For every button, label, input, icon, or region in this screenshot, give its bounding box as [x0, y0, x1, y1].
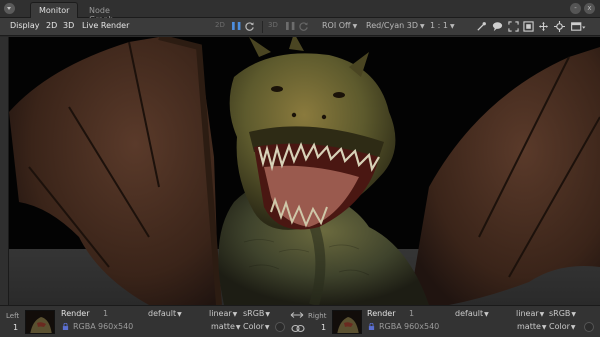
mode-2d-button[interactable]: 2D [46, 21, 57, 30]
zoom-dropdown[interactable]: 1 : 1 ▼ [430, 21, 455, 30]
right-options-button[interactable] [584, 322, 594, 332]
left-frame-number: 1 [103, 309, 109, 318]
right-resolution: 960x540 [404, 322, 440, 331]
left-format: RGBA [73, 322, 96, 331]
fit-view-icon[interactable] [508, 21, 519, 32]
left-side-label: Left [6, 312, 20, 320]
dragon-render-image [9, 37, 600, 305]
close-button[interactable]: x [584, 3, 595, 14]
viewer-options-icon[interactable] [570, 21, 587, 32]
left-side-index: 1 [13, 323, 19, 332]
tab-bar: Monitor Node Graph - x [0, 0, 600, 24]
right-render-name: Render [367, 309, 396, 318]
frame-view-icon[interactable] [523, 21, 534, 32]
render-viewport[interactable] [9, 37, 600, 305]
left-resolution: 960x540 [98, 322, 134, 331]
link-icon[interactable] [291, 324, 305, 333]
viewer-gutter [0, 37, 9, 305]
right-side-index: 1 [321, 323, 327, 332]
right-side-label: Right [308, 312, 327, 320]
right-thumbnail[interactable] [332, 310, 362, 334]
left-2d-label: 2D [215, 21, 225, 29]
stereo-mode-dropdown[interactable]: Red/Cyan 3D ▼ [366, 21, 425, 30]
right-mode-dropdown[interactable]: matte▼ [517, 322, 547, 331]
separator [262, 21, 263, 33]
pause-2d-icon[interactable]: ❚❚ [230, 21, 242, 30]
color-picker-icon[interactable] [476, 21, 487, 32]
left-render-name: Render [61, 309, 90, 318]
left-3d-label: 3D [268, 21, 278, 29]
tab-node-graph[interactable]: Node Graph [80, 2, 138, 24]
minimize-button[interactable]: - [570, 3, 581, 14]
center-view-icon[interactable] [538, 21, 549, 32]
input-strip: Left 1 Render 1 default▼ RGBA 960x540 li… [0, 305, 600, 337]
right-frame-number: 1 [409, 309, 415, 318]
viewer-toolbar: Display 2D 3D Live Render 2D ❚❚ 3D ❚❚ RO… [0, 18, 600, 36]
right-format: RGBA [379, 322, 402, 331]
window-controls: - x [570, 3, 595, 14]
right-display-dropdown[interactable]: sRGB▼ [549, 309, 576, 318]
left-lock-icon[interactable] [62, 323, 69, 330]
left-colorspace-dropdown[interactable]: linear▼ [209, 309, 237, 318]
right-channel-dropdown[interactable]: Color▼ [549, 322, 576, 331]
swap-arrows-icon[interactable] [290, 311, 304, 319]
right-lock-icon[interactable] [368, 323, 375, 330]
display-menu[interactable]: Display [10, 21, 40, 30]
right-preset-dropdown[interactable]: default▼ [455, 309, 489, 318]
roi-dropdown[interactable]: ROI Off ▼ [322, 21, 357, 30]
left-display-dropdown[interactable]: sRGB▼ [243, 309, 270, 318]
pause-3d-icon[interactable]: ❚❚ [284, 21, 296, 30]
left-preset-dropdown[interactable]: default▼ [148, 309, 182, 318]
refresh-3d-icon[interactable] [298, 21, 309, 32]
left-thumbnail[interactable] [25, 310, 55, 334]
tab-monitor[interactable]: Monitor [30, 2, 78, 18]
left-channel-dropdown[interactable]: Color▼ [243, 322, 270, 331]
panel-menu-icon[interactable] [4, 3, 15, 14]
refresh-icon[interactable] [244, 21, 255, 32]
crosshair-icon[interactable] [554, 21, 565, 32]
left-options-button[interactable] [275, 322, 285, 332]
right-colorspace-dropdown[interactable]: linear▼ [516, 309, 544, 318]
left-mode-dropdown[interactable]: matte▼ [211, 322, 241, 331]
mode-3d-button[interactable]: 3D [63, 21, 74, 30]
speech-bubble-icon[interactable] [492, 21, 503, 32]
live-render-button[interactable]: Live Render [82, 21, 129, 30]
